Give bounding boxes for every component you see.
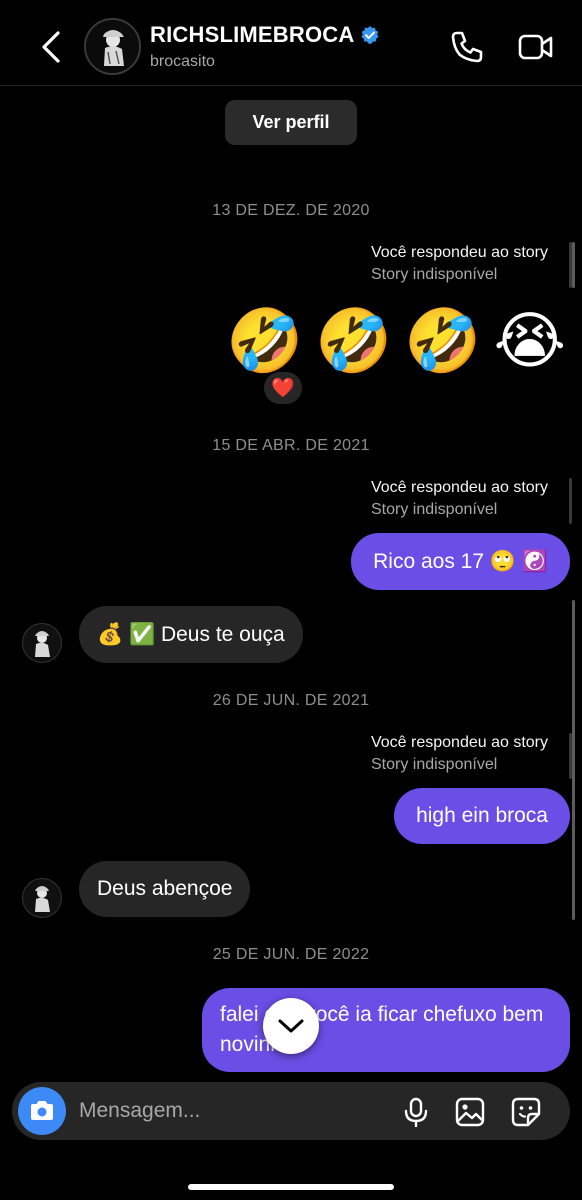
story-reply-subtitle: Story indisponível	[370, 756, 498, 773]
date-divider: 15 DE ABR. DE 2021	[212, 437, 370, 454]
view-profile-button[interactable]: Ver perfil	[225, 100, 357, 145]
story-reply-bar	[569, 478, 572, 524]
message-outgoing[interactable]: Rico aos 17 🙄 ☯️	[351, 533, 570, 590]
contact-username: brocasito	[150, 53, 215, 70]
chevron-left-icon	[42, 31, 60, 63]
scrollbar[interactable]	[572, 242, 575, 288]
camera-button[interactable]	[18, 1087, 66, 1135]
verified-badge-icon	[361, 26, 380, 44]
scrollbar[interactable]	[572, 600, 575, 920]
back-button[interactable]	[34, 26, 68, 68]
story-reply-label: Você respondeu ao story Story indisponív…	[371, 479, 548, 519]
voice-call-button[interactable]	[448, 28, 486, 66]
contact-display-name: RICHSLIMEBROCA	[150, 22, 355, 47]
message-outgoing[interactable]: high ein broca	[394, 788, 570, 844]
date-divider: 26 DE JUN. DE 2021	[212, 692, 370, 709]
message-incoming[interactable]: 💰 ✅ Deus te ouça	[79, 606, 303, 663]
story-reply-title: Você respondeu ao story	[370, 244, 548, 261]
sticker-icon[interactable]	[510, 1096, 542, 1128]
microphone-icon[interactable]	[400, 1096, 432, 1128]
emoji: 🤣	[315, 304, 393, 377]
story-reply-title: Você respondeu ao story	[370, 479, 548, 496]
avatar[interactable]	[22, 878, 62, 918]
story-reply-subtitle: Story indisponível	[370, 501, 498, 518]
emoji: 😭	[493, 304, 566, 377]
story-reply-label: Você respondeu ao story Story indisponív…	[371, 244, 548, 284]
scroll-to-bottom-button[interactable]	[263, 998, 319, 1054]
date-divider: 25 DE JUN. DE 2022	[212, 946, 370, 963]
message-composer	[12, 1082, 570, 1140]
message-outgoing[interactable]: falei que você ia ficar chefuxo bem novi…	[202, 988, 570, 1072]
phone-icon	[451, 31, 483, 63]
gallery-icon[interactable]	[454, 1096, 486, 1128]
story-reply-label: Você respondeu ao story Story indisponív…	[371, 734, 548, 774]
contact-name[interactable]: RICHSLIMEBROCA	[150, 22, 380, 48]
chevron-down-icon	[278, 1019, 304, 1033]
emoji-message[interactable]: 🤣 🤣 🤣 😭	[226, 306, 566, 376]
camera-icon	[31, 1101, 53, 1120]
video-camera-icon	[518, 34, 553, 60]
emoji: 🤣	[225, 304, 304, 377]
heart-reaction[interactable]: ❤️	[262, 370, 304, 406]
emoji: 🤣	[404, 304, 482, 377]
video-call-button[interactable]	[517, 30, 555, 64]
chat-header: RICHSLIMEBROCA brocasito	[0, 0, 582, 86]
story-reply-title: Você respondeu ao story	[370, 734, 548, 751]
date-divider: 13 DE DEZ. DE 2020	[212, 202, 370, 219]
message-input[interactable]	[79, 1082, 379, 1140]
avatar[interactable]	[22, 623, 62, 663]
message-incoming[interactable]: Deus abençoe	[79, 861, 251, 917]
home-indicator	[188, 1184, 394, 1190]
avatar[interactable]	[84, 18, 141, 75]
story-reply-subtitle: Story indisponível	[370, 266, 498, 283]
